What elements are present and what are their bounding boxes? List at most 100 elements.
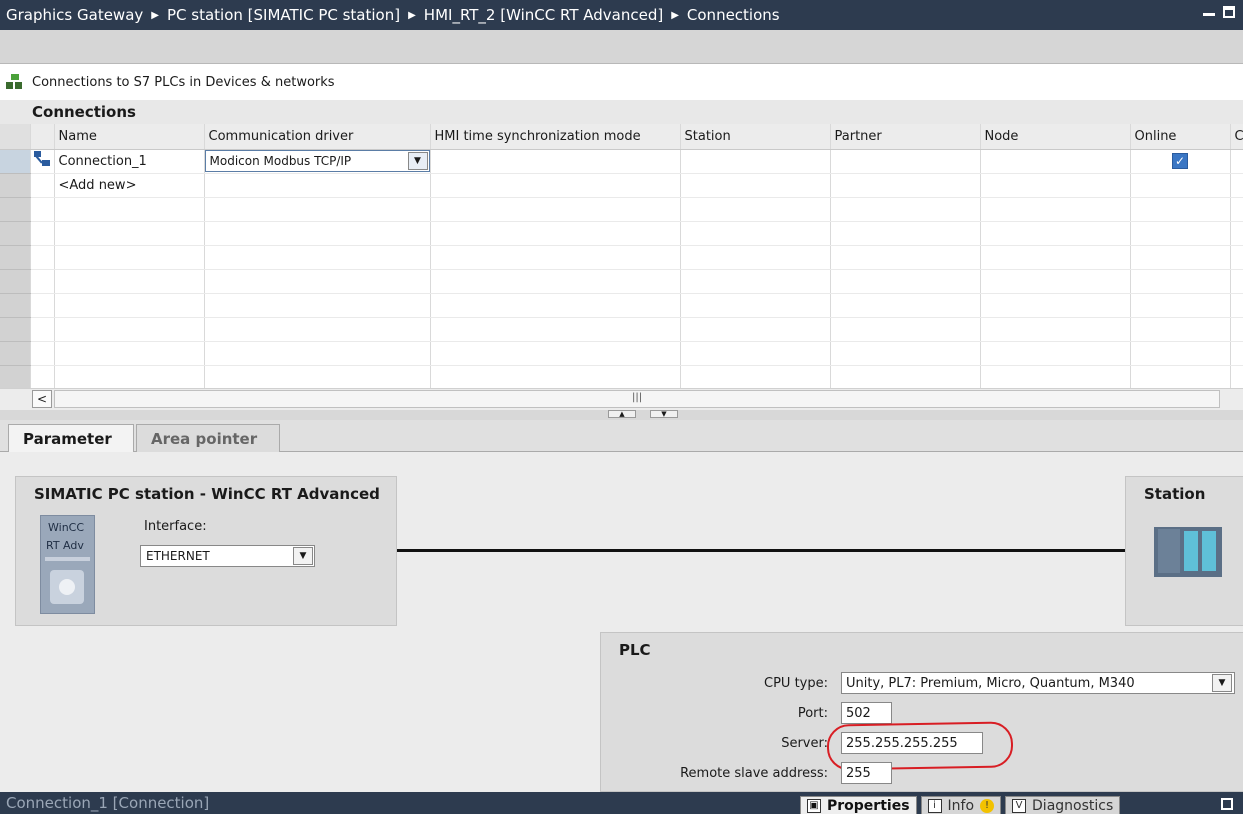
table-row bbox=[0, 365, 1243, 388]
port-field[interactable]: 502 bbox=[841, 702, 892, 724]
table-header-row: Name Communication driver HMI time synch… bbox=[0, 124, 1243, 150]
tab-area-pointer[interactable]: Area pointer bbox=[136, 424, 280, 452]
column-header-name[interactable]: Name bbox=[54, 124, 205, 150]
info-tab[interactable]: i Info ! bbox=[920, 796, 1002, 814]
table-row[interactable]: <Add new> bbox=[0, 173, 1243, 198]
station-cell[interactable] bbox=[680, 149, 831, 174]
plc-title: PLC bbox=[619, 641, 651, 659]
row-header-corner bbox=[0, 124, 31, 150]
table-row bbox=[0, 341, 1243, 366]
scroll-left-icon[interactable]: < bbox=[32, 390, 52, 408]
scrollbar-grip[interactable]: ||| bbox=[632, 392, 642, 403]
column-header-driver[interactable]: Communication driver bbox=[204, 124, 431, 150]
online-checkbox[interactable]: ✓ bbox=[1172, 153, 1188, 169]
properties-tab[interactable]: ▣ Properties bbox=[800, 796, 917, 814]
breadcrumb-separator-icon: ▶ bbox=[671, 9, 679, 21]
diagnostics-icon: V bbox=[1012, 799, 1027, 813]
column-header-station[interactable]: Station bbox=[680, 124, 831, 150]
empty-cell bbox=[980, 173, 1131, 198]
chevron-down-icon[interactable]: ▼ bbox=[293, 547, 313, 565]
interface-dropdown[interactable]: ETHERNET ▼ bbox=[140, 545, 315, 567]
connection-icon-cell bbox=[30, 149, 55, 174]
chevron-down-icon[interactable]: ▼ bbox=[650, 410, 678, 418]
cpu-type-dropdown[interactable]: Unity, PL7: Premium, Micro, Quantum, M34… bbox=[841, 672, 1235, 694]
tab-parameter[interactable]: Parameter bbox=[8, 424, 134, 452]
wincc-device-icon: WinCC RT Adv bbox=[40, 515, 95, 614]
warning-icon: ! bbox=[980, 799, 995, 813]
diagnostics-label: Diagnostics bbox=[1032, 798, 1114, 814]
restore-window-icon[interactable] bbox=[1221, 798, 1233, 810]
connections-table: Name Communication driver HMI time synch… bbox=[0, 124, 1243, 388]
station-title: Station bbox=[1144, 485, 1206, 503]
remote-slave-value: 255 bbox=[846, 765, 871, 781]
connection-icon bbox=[33, 150, 51, 168]
row-header[interactable] bbox=[0, 149, 31, 174]
breadcrumb-graphics-gateway[interactable]: Graphics Gateway bbox=[6, 6, 143, 24]
server-label: Server: bbox=[781, 736, 828, 751]
panel-splitter[interactable]: ▲ ▼ bbox=[0, 410, 1243, 420]
empty-cell bbox=[680, 173, 831, 198]
interface-label: Interface: bbox=[144, 519, 207, 534]
driver-value: Modicon Modbus TCP/IP bbox=[209, 154, 352, 168]
pc-station-box: SIMATIC PC station - WinCC RT Advanced W… bbox=[15, 476, 397, 626]
toolbar bbox=[0, 30, 1243, 64]
driver-dropdown[interactable]: Modicon Modbus TCP/IP ▼ bbox=[204, 150, 429, 172]
plc-station-icon bbox=[1154, 527, 1222, 577]
empty-cell bbox=[1230, 173, 1243, 198]
truncated-cell bbox=[1230, 149, 1243, 174]
table-row bbox=[0, 317, 1243, 342]
devices-networks-link[interactable]: Connections to S7 PLCs in Devices & netw… bbox=[0, 64, 1243, 100]
column-header-partner[interactable]: Partner bbox=[830, 124, 981, 150]
node-cell[interactable] bbox=[980, 149, 1131, 174]
device-label-line1: WinCC bbox=[48, 521, 85, 534]
empty-cell bbox=[204, 173, 431, 198]
breadcrumb-hmi-rt[interactable]: HMI_RT_2 [WinCC RT Advanced] bbox=[424, 6, 663, 24]
table-row bbox=[0, 221, 1243, 246]
port-label: Port: bbox=[797, 706, 828, 721]
column-header-truncated[interactable]: C bbox=[1230, 124, 1243, 150]
partner-cell[interactable] bbox=[830, 149, 981, 174]
properties-label: Properties bbox=[827, 798, 910, 814]
remote-slave-label: Remote slave address: bbox=[680, 766, 828, 781]
cpu-type-label: CPU type: bbox=[764, 676, 828, 691]
restore-window-icon[interactable] bbox=[1223, 6, 1235, 18]
chevron-down-icon[interactable]: ▼ bbox=[407, 152, 428, 170]
connection-line bbox=[397, 549, 1125, 552]
connections-heading: Connections bbox=[0, 100, 1243, 124]
chevron-down-icon[interactable]: ▼ bbox=[1212, 674, 1232, 692]
horizontal-scrollbar[interactable]: < ||| bbox=[0, 388, 1243, 410]
column-header-time-sync[interactable]: HMI time synchronization mode bbox=[430, 124, 681, 150]
add-new-cell[interactable]: <Add new> bbox=[54, 173, 205, 198]
property-tabs: Parameter Area pointer bbox=[0, 420, 1243, 452]
driver-cell[interactable]: Modicon Modbus TCP/IP ▼ bbox=[204, 149, 431, 174]
diagnostics-tab[interactable]: V Diagnostics bbox=[1005, 796, 1121, 814]
port-value: 502 bbox=[846, 705, 871, 721]
devices-networks-link-text[interactable]: Connections to S7 PLCs in Devices & netw… bbox=[32, 75, 335, 90]
info-icon: i bbox=[927, 799, 942, 813]
connection-name[interactable]: Connection_1 bbox=[54, 149, 205, 174]
table-row[interactable]: Connection_1 Modicon Modbus TCP/IP ▼ ✓ bbox=[0, 149, 1243, 174]
title-bar: Graphics Gateway ▶ PC station [SIMATIC P… bbox=[0, 0, 1243, 30]
online-cell[interactable]: ✓ bbox=[1130, 149, 1231, 174]
column-header-node[interactable]: Node bbox=[980, 124, 1131, 150]
column-header-online[interactable]: Online bbox=[1130, 124, 1231, 150]
table-row bbox=[0, 293, 1243, 318]
network-icon bbox=[6, 74, 24, 90]
breadcrumb-separator-icon: ▶ bbox=[151, 9, 159, 21]
breadcrumb-connections[interactable]: Connections bbox=[687, 6, 780, 24]
cpu-type-value: Unity, PL7: Premium, Micro, Quantum, M34… bbox=[846, 675, 1135, 691]
remote-slave-field[interactable]: 255 bbox=[841, 762, 892, 784]
table-row bbox=[0, 197, 1243, 222]
empty-cell bbox=[30, 173, 55, 198]
minimize-icon[interactable] bbox=[1203, 6, 1215, 16]
empty-cell bbox=[830, 173, 981, 198]
empty-cell bbox=[1130, 173, 1231, 198]
station-box: Station bbox=[1125, 476, 1243, 626]
pc-station-title: SIMATIC PC station - WinCC RT Advanced bbox=[34, 485, 380, 503]
row-header[interactable] bbox=[0, 173, 31, 198]
chevron-up-icon[interactable]: ▲ bbox=[608, 410, 636, 418]
time-sync-cell[interactable] bbox=[430, 149, 681, 174]
status-bar: Connection_1 [Connection] ▣ Properties i… bbox=[0, 792, 1243, 814]
breadcrumb-pc-station[interactable]: PC station [SIMATIC PC station] bbox=[167, 6, 400, 24]
info-label: Info bbox=[947, 798, 975, 814]
